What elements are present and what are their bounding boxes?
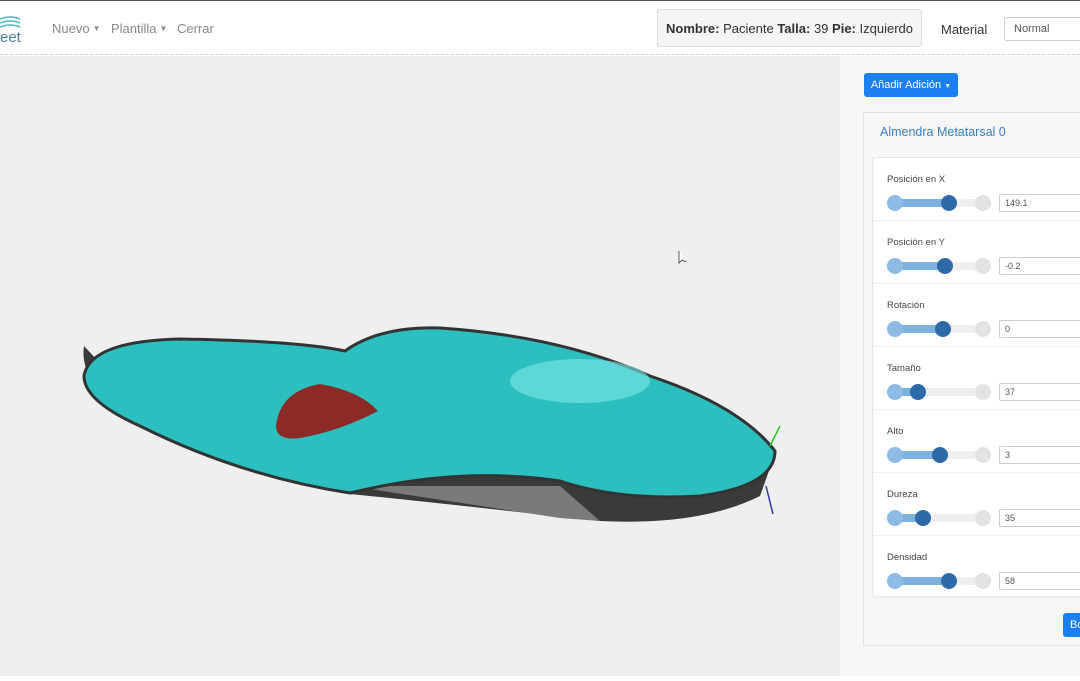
slider-handle[interactable]	[915, 510, 931, 526]
param-value-input[interactable]: 35	[999, 509, 1080, 527]
caret-down-icon: ▼	[92, 24, 101, 33]
param-slider[interactable]	[887, 447, 991, 463]
slider-max-handle[interactable]	[975, 258, 991, 274]
caret-down-icon: ▼	[944, 83, 952, 90]
material-select[interactable]: Normal	[1004, 17, 1080, 41]
slider-handle[interactable]	[936, 258, 953, 274]
param-row: Alto 3	[873, 410, 1080, 473]
add-addition-button[interactable]: Añadir Adición ▼	[864, 73, 958, 97]
axis-z-icon	[765, 485, 774, 515]
slider-min-handle[interactable]	[887, 384, 903, 400]
param-label: Tamaño	[887, 363, 921, 374]
insole-arch-highlight	[510, 359, 650, 403]
param-row: Posición en X 149.1	[873, 158, 1080, 221]
insole-top	[82, 326, 777, 499]
add-addition-label: Añadir Adición	[870, 79, 942, 91]
addition-card: Almendra Metatarsal 0 Posición en X 149.…	[863, 112, 1080, 646]
mouse-cursor-icon	[678, 251, 687, 264]
foot-value: Izquierdo	[859, 21, 913, 36]
insole-model	[82, 251, 781, 522]
slider-min-handle[interactable]	[887, 321, 903, 337]
slider-max-handle[interactable]	[975, 447, 991, 463]
menu-label: Plantilla	[111, 21, 157, 36]
param-label: Rotación	[887, 300, 925, 311]
top-navbar: eet Nuevo ▼ Plantilla ▼ Cerrar Nombre: Pac…	[0, 1, 1080, 55]
param-label: Alto	[887, 426, 904, 437]
param-slider[interactable]	[887, 384, 991, 400]
slider-max-handle[interactable]	[975, 510, 991, 526]
menu-cerrar[interactable]: Cerrar	[177, 21, 214, 36]
delete-button[interactable]: Bo	[1063, 613, 1080, 637]
name-label: Nombre:	[666, 21, 720, 36]
param-value-input[interactable]: 37	[999, 383, 1080, 401]
additions-panel: Añadir Adición ▼ Almendra Metatarsal 0 P…	[840, 56, 1080, 676]
caret-down-icon: ▼	[159, 24, 168, 33]
param-slider[interactable]	[887, 258, 991, 274]
param-slider[interactable]	[887, 573, 991, 589]
slider-min-handle[interactable]	[887, 573, 903, 589]
param-row: Densidad 58	[873, 536, 1080, 599]
slider-max-handle[interactable]	[975, 384, 991, 400]
slider-min-handle[interactable]	[887, 447, 903, 463]
addition-title[interactable]: Almendra Metatarsal 0	[880, 125, 1006, 139]
param-label: Posición en X	[887, 174, 946, 185]
param-slider[interactable]	[887, 195, 991, 211]
param-value-input[interactable]: 58	[999, 572, 1080, 590]
menu-label: Nuevo	[52, 21, 90, 36]
param-value-input[interactable]: 149.1	[999, 194, 1080, 212]
slider-min-handle[interactable]	[887, 258, 903, 274]
slider-max-handle[interactable]	[975, 195, 991, 211]
slider-min-handle[interactable]	[887, 195, 903, 211]
param-slider[interactable]	[887, 321, 991, 337]
slider-min-handle[interactable]	[887, 510, 903, 526]
param-label: Dureza	[887, 489, 918, 500]
insole-heel-shadow	[350, 486, 600, 521]
patient-info: Nombre: Paciente Talla: 39 Pie: Izquierd…	[657, 9, 922, 47]
name-value: Paciente	[723, 21, 774, 36]
param-row: Rotación 0	[873, 284, 1080, 347]
slider-handle[interactable]	[931, 447, 948, 463]
slider-handle[interactable]	[941, 195, 958, 211]
menu-plantilla[interactable]: Plantilla ▼	[111, 21, 167, 36]
material-label: Material	[941, 22, 988, 37]
slider-handle[interactable]	[935, 321, 951, 337]
params-list: Posición en X 149.1 Posición en Y -0.2 Rot…	[872, 157, 1080, 599]
size-value: 39	[813, 21, 829, 36]
param-label: Posición en Y	[887, 237, 945, 248]
slider-max-handle[interactable]	[975, 321, 991, 337]
logo-text: eet	[0, 29, 21, 46]
param-value-input[interactable]: -0.2	[999, 257, 1080, 275]
foot-label: Pie:	[832, 21, 856, 36]
3d-viewport[interactable]	[0, 56, 840, 676]
param-row: Tamaño 37	[873, 347, 1080, 410]
slider-handle[interactable]	[910, 384, 927, 400]
param-value-input[interactable]: 0	[999, 320, 1080, 338]
param-value-input[interactable]: 3	[999, 446, 1080, 464]
param-row: Posición en Y -0.2	[873, 221, 1080, 284]
size-label: Talla:	[777, 21, 811, 36]
slider-handle[interactable]	[940, 573, 957, 589]
menu-nuevo[interactable]: Nuevo ▼	[52, 21, 101, 36]
slider-max-handle[interactable]	[975, 573, 991, 589]
param-slider[interactable]	[887, 510, 991, 526]
param-row: Dureza 35	[873, 473, 1080, 536]
axis-y-icon	[769, 425, 781, 447]
param-label: Densidad	[887, 552, 928, 563]
